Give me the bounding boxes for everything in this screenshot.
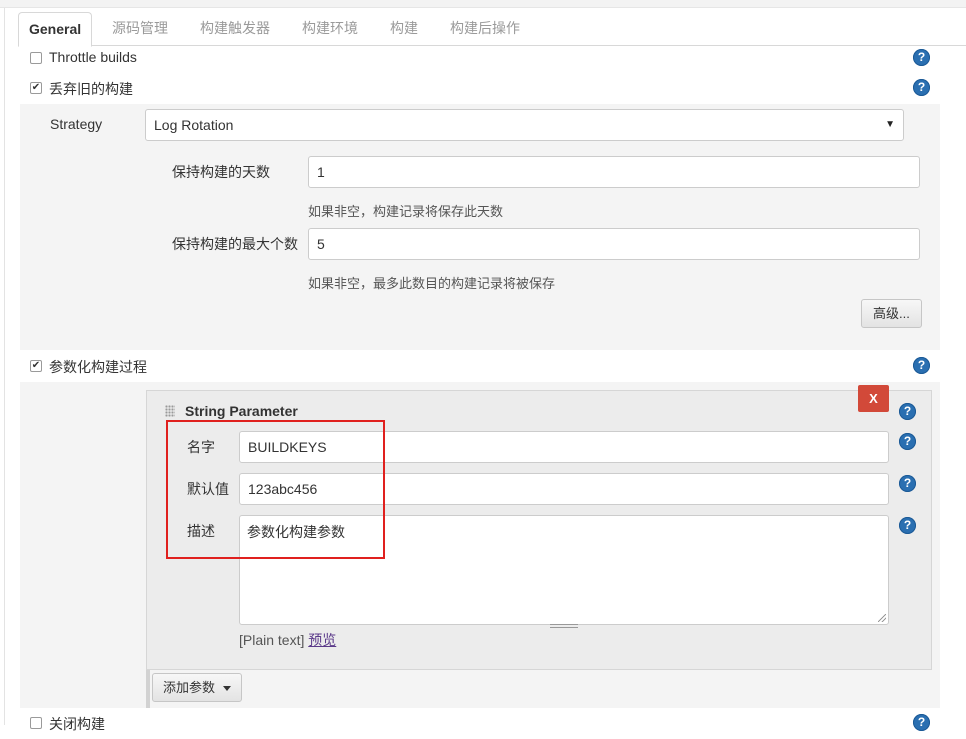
resize-handle-icon[interactable] [878,614,886,622]
param-description-label: 描述 [187,523,215,539]
tab-source-control[interactable]: 源码管理 [102,12,178,46]
tab-build[interactable]: 构建 [380,12,428,46]
strategy-select[interactable]: Log Rotation ▼ [145,109,904,141]
strategy-value: Log Rotation [154,117,234,133]
delete-parameter-button[interactable]: X [858,385,889,412]
help-icon[interactable]: ? [899,475,916,492]
disable-checkbox[interactable] [30,717,42,729]
discard-label: 丢弃旧的构建 [49,81,133,97]
help-icon[interactable]: ? [913,49,930,66]
option-disable-build: 关闭构建 [18,709,940,739]
throttle-checkbox[interactable] [30,52,42,64]
disable-label: 关闭构建 [49,716,105,732]
param-name-label: 名字 [187,439,215,455]
preview-link[interactable]: 预览 [308,632,336,648]
help-icon[interactable]: ? [899,403,916,420]
help-icon[interactable]: ? [899,433,916,450]
max-builds-hint: 如果非空，最多此数目的构建记录将被保存 [308,276,556,291]
help-icon[interactable]: ? [899,517,916,534]
chevron-down-icon: ▼ [885,119,895,130]
max-builds-input[interactable]: 5 [308,228,920,260]
add-parameter-label: 添加参数 [163,680,216,695]
discard-checkbox[interactable]: ✔ [30,82,42,94]
param-name-input[interactable]: BUILDKEYS [239,431,889,463]
top-band [0,0,966,8]
config-tabs: General 源码管理 构建触发器 构建环境 构建 构建后操作 [18,12,966,47]
tab-build-environment[interactable]: 构建环境 [292,12,368,46]
option-discard-old-builds: ✔ 丢弃旧的构建 [18,74,940,104]
throttle-label: Throttle builds [49,49,137,65]
option-throttle-builds: Throttle builds [18,44,940,74]
help-icon[interactable]: ? [913,714,930,731]
parameterized-checkbox[interactable]: ✔ [30,360,42,372]
days-to-keep-label: 保持构建的天数 [172,164,270,180]
days-to-keep-hint: 如果非空，构建记录将保存此天数 [308,204,504,219]
drag-grip-icon[interactable] [165,405,175,417]
option-parameterized: ✔ 参数化构建过程 [18,352,940,382]
parameterized-label: 参数化构建过程 [49,359,147,375]
days-to-keep-input[interactable]: 1 [308,156,920,188]
plain-text-row: [Plain text] 预览 [239,630,336,650]
advanced-button[interactable]: 高级... [861,299,922,328]
string-parameter-title: String Parameter [185,403,298,419]
param-description-value: 参数化构建参数 [247,524,345,540]
tab-post-build[interactable]: 构建后操作 [440,12,530,46]
tab-general[interactable]: General [18,12,93,47]
tab-build-triggers[interactable]: 构建触发器 [190,12,280,46]
add-parameter-button[interactable]: 添加参数 [152,673,243,702]
caret-down-icon [223,686,232,692]
left-border [4,8,5,725]
textarea-expand-handle[interactable] [550,624,578,628]
param-default-input[interactable]: 123abc456 [239,473,889,505]
help-icon[interactable]: ? [913,79,930,96]
help-icon[interactable]: ? [913,357,930,374]
strategy-label: Strategy [50,116,103,132]
max-builds-label: 保持构建的最大个数 [172,236,298,252]
param-description-textarea[interactable]: 参数化构建参数 [239,515,889,625]
plain-text-label: [Plain text] [239,632,305,648]
param-default-label: 默认值 [187,481,229,497]
